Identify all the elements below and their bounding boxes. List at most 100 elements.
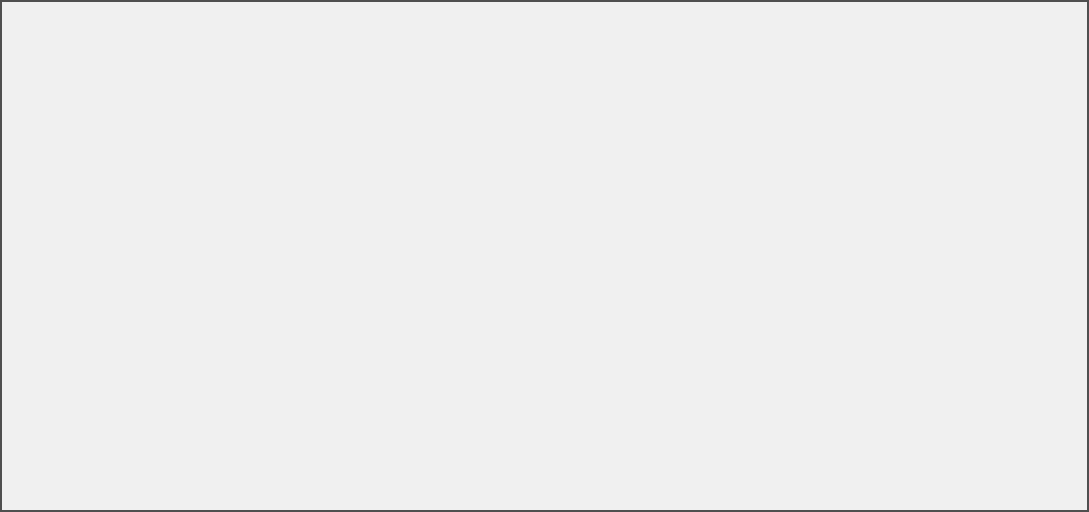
cell[interactable] [531, 258, 751, 278]
last-record-icon[interactable]: ▶| [81, 46, 106, 71]
cell[interactable]: FEXC:US-CD [95, 378, 191, 398]
cancel-edit-icon[interactable]: ✘ [206, 46, 231, 71]
menu-help[interactable]: Help [364, 26, 408, 44]
send-mail-icon[interactable]: ✉ [583, 46, 608, 71]
calendar-icon[interactable]: ▦ [383, 120, 409, 145]
vendor-profile-icon[interactable] [449, 46, 474, 71]
column-header-substitution-description[interactable]: Substitution Description [531, 234, 751, 257]
cell[interactable]: FSC-CAD [95, 438, 191, 458]
status-filter-combobox[interactable]: Active [669, 48, 751, 69]
tree-icon[interactable]: ├ [518, 120, 544, 145]
row-selector[interactable] [13, 278, 29, 298]
first-record-icon[interactable]: |◀ [6, 46, 31, 71]
menu-view[interactable]: View [210, 26, 255, 44]
cell[interactable]: 2 [901, 298, 971, 318]
cell[interactable] [901, 258, 971, 278]
company-icon[interactable]: ⌂ [499, 46, 524, 71]
cell[interactable]: False [751, 418, 901, 438]
cell[interactable]: CEN-CAD [426, 318, 531, 338]
row-selector[interactable] [13, 398, 29, 418]
menu-multi-company[interactable]: Multi-Company [40, 26, 142, 44]
users-icon[interactable] [761, 120, 787, 145]
cell[interactable]: False [29, 398, 95, 418]
tab-detention[interactable]: Detention [542, 165, 613, 189]
post-edit-icon[interactable]: ✔ [181, 46, 206, 71]
cell[interactable]: False [751, 338, 901, 358]
import-icon[interactable]: ▼ [608, 46, 633, 71]
trailer-icon[interactable]: ▬ [464, 120, 490, 145]
row-selector[interactable] [13, 378, 29, 398]
cell[interactable]: False [751, 298, 901, 318]
cell[interactable] [971, 398, 1086, 418]
column-header-substitution-order[interactable]: Substitution Order [971, 234, 1086, 257]
checklist-icon[interactable]: ☑ [491, 120, 517, 145]
notes-icon[interactable]: ▤ [558, 46, 583, 71]
cell[interactable] [531, 398, 751, 418]
cell[interactable]: CENTRAL SURCHARGE (CAD) [531, 318, 751, 338]
cell[interactable] [971, 298, 1086, 318]
cell[interactable]: FUEL SURCHARGE (CAD) [191, 438, 426, 458]
cell[interactable]: ATLANTIC SURCHARGE (USD) [531, 298, 751, 318]
wrench-icon[interactable]: ∕ [734, 120, 760, 145]
column-header-substitution-code[interactable]: Substitution Code [426, 234, 531, 257]
cell[interactable]: False [751, 258, 901, 278]
row-selector[interactable] [13, 458, 29, 478]
cell[interactable]: False [29, 258, 95, 278]
cell[interactable] [971, 438, 1086, 458]
cell[interactable]: ATLANTIC SURCHARGE (USD) [191, 298, 426, 318]
cell[interactable]: FOREIGN EXCHANGE (CAD --> USD) [191, 358, 426, 378]
rates-percent-icon[interactable]: % [32, 120, 58, 145]
cell[interactable] [901, 398, 971, 418]
list-icon[interactable]: ▤ [923, 120, 949, 145]
chart-icon[interactable] [533, 46, 558, 71]
cell[interactable]: DECLARED VALUE [191, 498, 426, 510]
cell[interactable]: 9 [901, 378, 971, 398]
apply-filter-button[interactable] [417, 202, 441, 224]
address-book-icon[interactable]: ▤ [59, 120, 85, 145]
menu-window[interactable]: Window [254, 26, 316, 44]
cell[interactable]: ADD. FUEL SRC - CALIFORNIA (CAD) [191, 418, 426, 438]
help-icon[interactable]: ? [374, 46, 399, 71]
cell[interactable]: ATL-USD [95, 298, 191, 318]
cell[interactable] [971, 378, 1086, 398]
container-icon[interactable]: ▣ [248, 120, 274, 145]
sort-by-calculation-order-checkbox[interactable] [617, 205, 632, 220]
cell[interactable]: FSC-USD [95, 458, 191, 478]
cell[interactable]: FSC-CA-CAL [95, 418, 191, 438]
column-header-base-code-description[interactable]: Base Code Description [191, 234, 426, 257]
tab-tariff-class[interactable]: Tariff Class [464, 165, 543, 189]
delete-record-icon[interactable]: − [131, 46, 156, 71]
contact-person-icon[interactable] [329, 120, 355, 145]
cell[interactable]: False [29, 358, 95, 378]
column-header-auto-assign[interactable]: Auto-Assign [29, 234, 95, 257]
mail-icon[interactable]: ✉ [86, 120, 112, 145]
row-selector[interactable] [13, 478, 29, 498]
cell[interactable]: True [29, 338, 95, 358]
export-box-icon[interactable]: ■ [815, 120, 841, 145]
cell[interactable]: True [29, 318, 95, 338]
cell[interactable]: FOREIGN EXCHANGE (USD --> CAD) [191, 378, 426, 398]
status-combobox[interactable]: Active [609, 85, 727, 106]
cell[interactable]: False [751, 398, 901, 418]
print-icon[interactable] [290, 46, 315, 71]
cell[interactable]: False [29, 378, 95, 398]
report-icon[interactable]: ▤ [302, 120, 328, 145]
menu-navigate[interactable]: Navigate [142, 26, 209, 44]
cell[interactable]: 1 [901, 418, 971, 438]
cell[interactable]: FEXC:US-CD [426, 378, 531, 398]
image-icon[interactable]: ▣ [194, 120, 220, 145]
cell[interactable]: CEN-USD [95, 338, 191, 358]
dropdown-button[interactable] [732, 49, 750, 68]
cell[interactable]: FSC-CA-CAL [426, 418, 531, 438]
edit-record-icon[interactable]: ▲ [156, 46, 181, 71]
search-icon[interactable] [140, 120, 166, 145]
cell[interactable]: True [29, 298, 95, 318]
column-header-base-code[interactable]: Base Code [95, 234, 191, 257]
tab-storage[interactable]: Storage [945, 165, 1007, 189]
cell[interactable]: False [751, 498, 901, 510]
code-field[interactable] [68, 85, 190, 105]
cell[interactable]: ATL-USD [426, 298, 531, 318]
phone-icon[interactable]: ▮ [410, 120, 436, 145]
clock-icon[interactable]: ◷ [474, 46, 499, 71]
date-icon[interactable]: ▦ [788, 120, 814, 145]
